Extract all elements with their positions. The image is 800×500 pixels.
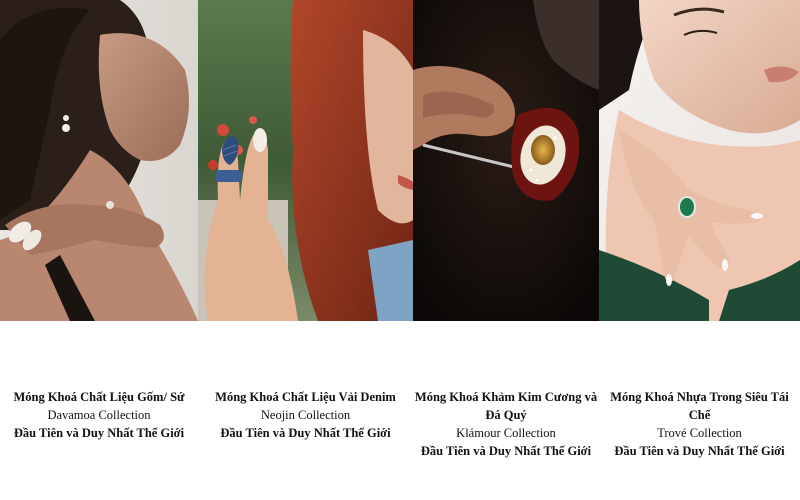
product-title[interactable]: Móng Khoá Nhựa Trong Siêu Tái Chế <box>599 388 800 424</box>
product-title[interactable]: Móng Khoá Chất Liệu Vải Denim <box>198 388 413 406</box>
product-card-3[interactable]: Móng Khoá Khảm Kim Cương và Đá Quý Klámo… <box>413 0 599 500</box>
product-caption: Móng Khoá Chất Liệu Vải Denim Neojin Col… <box>198 388 413 442</box>
product-photo-diamond[interactable] <box>413 0 599 321</box>
product-card-4[interactable]: Móng Khoá Nhựa Trong Siêu Tái Chế Trové … <box>599 0 800 500</box>
product-grid: Móng Khoá Chất Liệu Gốm/ Sứ Davamoa Coll… <box>0 0 800 500</box>
collection-name: Davamoa Collection <box>47 408 151 422</box>
collection-name: Klámour Collection <box>456 426 556 440</box>
product-tagline: Đầu Tiên và Duy Nhất Thế Giới <box>13 426 185 440</box>
collection-name: Trové Collection <box>657 426 742 440</box>
product-tagline: Đầu Tiên và Duy Nhất Thế Giới <box>420 444 592 458</box>
product-tagline: Đầu Tiên và Duy Nhất Thế Giới <box>614 444 785 458</box>
product-photo-denim[interactable] <box>198 0 413 321</box>
product-caption: Móng Khoá Chất Liệu Gốm/ Sứ Davamoa Coll… <box>0 388 198 442</box>
product-caption: Móng Khoá Nhựa Trong Siêu Tái Chế Trové … <box>599 388 800 460</box>
product-title[interactable]: Móng Khoá Khảm Kim Cương và Đá Quý <box>413 388 599 424</box>
ceramic-model-image <box>0 0 198 321</box>
product-photo-ceramic[interactable] <box>0 0 198 321</box>
product-caption: Móng Khoá Khảm Kim Cương và Đá Quý Klámo… <box>413 388 599 460</box>
denim-model-image <box>198 0 413 321</box>
product-photo-recycled[interactable] <box>599 0 800 321</box>
collection-name: Neojin Collection <box>260 408 351 422</box>
product-title[interactable]: Móng Khoá Chất Liệu Gốm/ Sứ <box>0 388 198 406</box>
product-card-2[interactable]: Móng Khoá Chất Liệu Vải Denim Neojin Col… <box>198 0 413 500</box>
recycled-model-image <box>599 0 800 321</box>
diamond-craftsman-image <box>413 0 599 321</box>
product-card-1[interactable]: Móng Khoá Chất Liệu Gốm/ Sứ Davamoa Coll… <box>0 0 198 500</box>
product-tagline: Đầu Tiên và Duy Nhất Thế Giới <box>220 426 391 440</box>
